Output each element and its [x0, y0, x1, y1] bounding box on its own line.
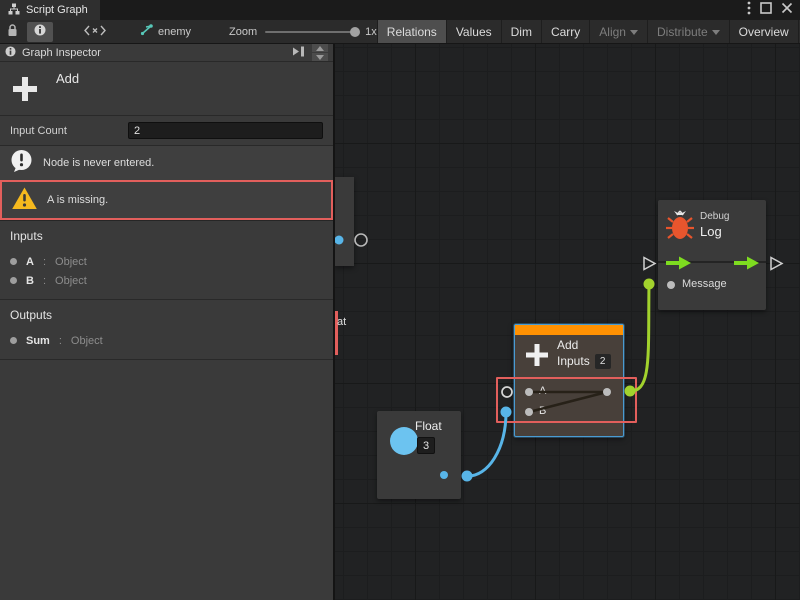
overview-button[interactable]: Overview: [729, 20, 798, 43]
align-dropdown[interactable]: Align: [589, 20, 647, 43]
plus-icon: [524, 342, 550, 373]
dim-button[interactable]: Dim: [501, 20, 541, 43]
info-icon: [34, 24, 46, 39]
flow-continuation-right-icon: [771, 258, 782, 270]
inspector-toggle-button[interactable]: [27, 22, 53, 42]
values-button[interactable]: Values: [446, 20, 501, 43]
port-dot-icon: [10, 258, 17, 265]
carry-button[interactable]: Carry: [541, 20, 589, 43]
window-close-icon[interactable]: [781, 1, 793, 19]
inputs-section: Inputs A : Object B : Object: [0, 221, 333, 300]
titlebar: Script Graph: [0, 0, 800, 20]
input-port-b: B : Object: [10, 271, 323, 290]
lock-icon: [7, 24, 18, 40]
wire-start-dot: [462, 471, 473, 482]
message-port-label: Message: [682, 278, 727, 290]
zoom-slider[interactable]: [265, 31, 357, 33]
bug-icon: [666, 209, 694, 246]
graph-canvas[interactable]: at Float 3 Add Inputs2 A B: [335, 44, 800, 600]
add-node-header-bar: [515, 325, 623, 335]
view-options-group: Relations Values Dim Carry Align Distrib…: [377, 20, 800, 43]
panel-spinner[interactable]: [312, 44, 328, 61]
unit-title: Add: [56, 71, 79, 109]
input-count-label: Input Count: [10, 125, 128, 137]
speech-exclamation-icon: [9, 149, 34, 177]
code-view-button[interactable]: [77, 20, 113, 43]
input-port-a: A : Object: [10, 252, 323, 271]
unconnected-port-circle: [355, 234, 367, 246]
missing-input-highlight: [496, 377, 637, 423]
tab-script-graph[interactable]: Script Graph: [0, 0, 100, 20]
input-count-field[interactable]: 2: [128, 122, 323, 139]
lock-button[interactable]: [0, 20, 25, 43]
clipped-node[interactable]: at: [335, 177, 354, 266]
inputs-header: Inputs: [10, 229, 323, 243]
warning-message: A is missing.: [0, 180, 333, 220]
zoom-label: Zoom: [229, 26, 257, 38]
wire-sum-to-message: [630, 284, 649, 391]
debug-log-node[interactable]: Debug Log Message: [658, 200, 766, 310]
graph-icon: [139, 24, 153, 39]
flow-continuation-left-icon: [644, 258, 655, 270]
float-type-icon: [390, 427, 418, 455]
graph-tab-icon: [8, 3, 20, 18]
spin-down-icon[interactable]: [316, 55, 324, 60]
add-unit-icon: [10, 74, 40, 109]
info-message: Node is never entered.: [0, 146, 333, 180]
spin-up-icon[interactable]: [316, 46, 324, 51]
inspector-messages: Node is never entered. A is missing.: [0, 146, 333, 221]
inspector-title: Graph Inspector: [22, 47, 285, 59]
window-menu-icon[interactable]: [747, 1, 751, 20]
chevron-down-icon: [630, 30, 638, 35]
chevron-down-icon: [712, 30, 720, 35]
output-port-sum: Sum : Object: [10, 331, 323, 350]
input-count-badge: 2: [595, 354, 611, 369]
float-value-field[interactable]: 3: [417, 437, 435, 454]
wires-overlay: [335, 44, 800, 600]
message-connection-dot: [644, 279, 655, 290]
warning-triangle-icon: [11, 186, 38, 214]
debug-node-title: Log: [700, 224, 722, 239]
graph-breadcrumb[interactable]: enemy: [129, 24, 201, 39]
port-dot-icon: [10, 337, 17, 344]
input-count-row: Input Count 2: [0, 116, 333, 146]
debug-node-category: Debug: [700, 211, 729, 222]
outputs-header: Outputs: [10, 308, 323, 322]
tab-label: Script Graph: [26, 4, 88, 16]
zoom-slider-handle[interactable]: [350, 27, 360, 37]
outputs-section: Outputs Sum : Object: [0, 300, 333, 360]
window-maximize-icon[interactable]: [760, 1, 772, 19]
dock-panel-icon[interactable]: [291, 45, 306, 61]
float-node-title: Float: [415, 419, 442, 433]
relations-button[interactable]: Relations: [377, 20, 446, 43]
graph-name: enemy: [158, 26, 191, 38]
graph-inspector-panel: Graph Inspector Add Input Count 2: [0, 44, 335, 600]
selected-unit-header: Add: [0, 62, 333, 116]
code-icon: [84, 25, 106, 39]
float-node[interactable]: Float 3: [377, 411, 461, 499]
info-icon: [5, 46, 16, 60]
port-dot-icon: [10, 277, 17, 284]
zoom-value: 1x: [365, 26, 377, 38]
toolbar: enemy Zoom 1x Relations Values Dim Carry…: [0, 20, 800, 44]
add-node-title: Add Inputs2: [557, 337, 611, 369]
distribute-dropdown[interactable]: Distribute: [647, 20, 729, 43]
